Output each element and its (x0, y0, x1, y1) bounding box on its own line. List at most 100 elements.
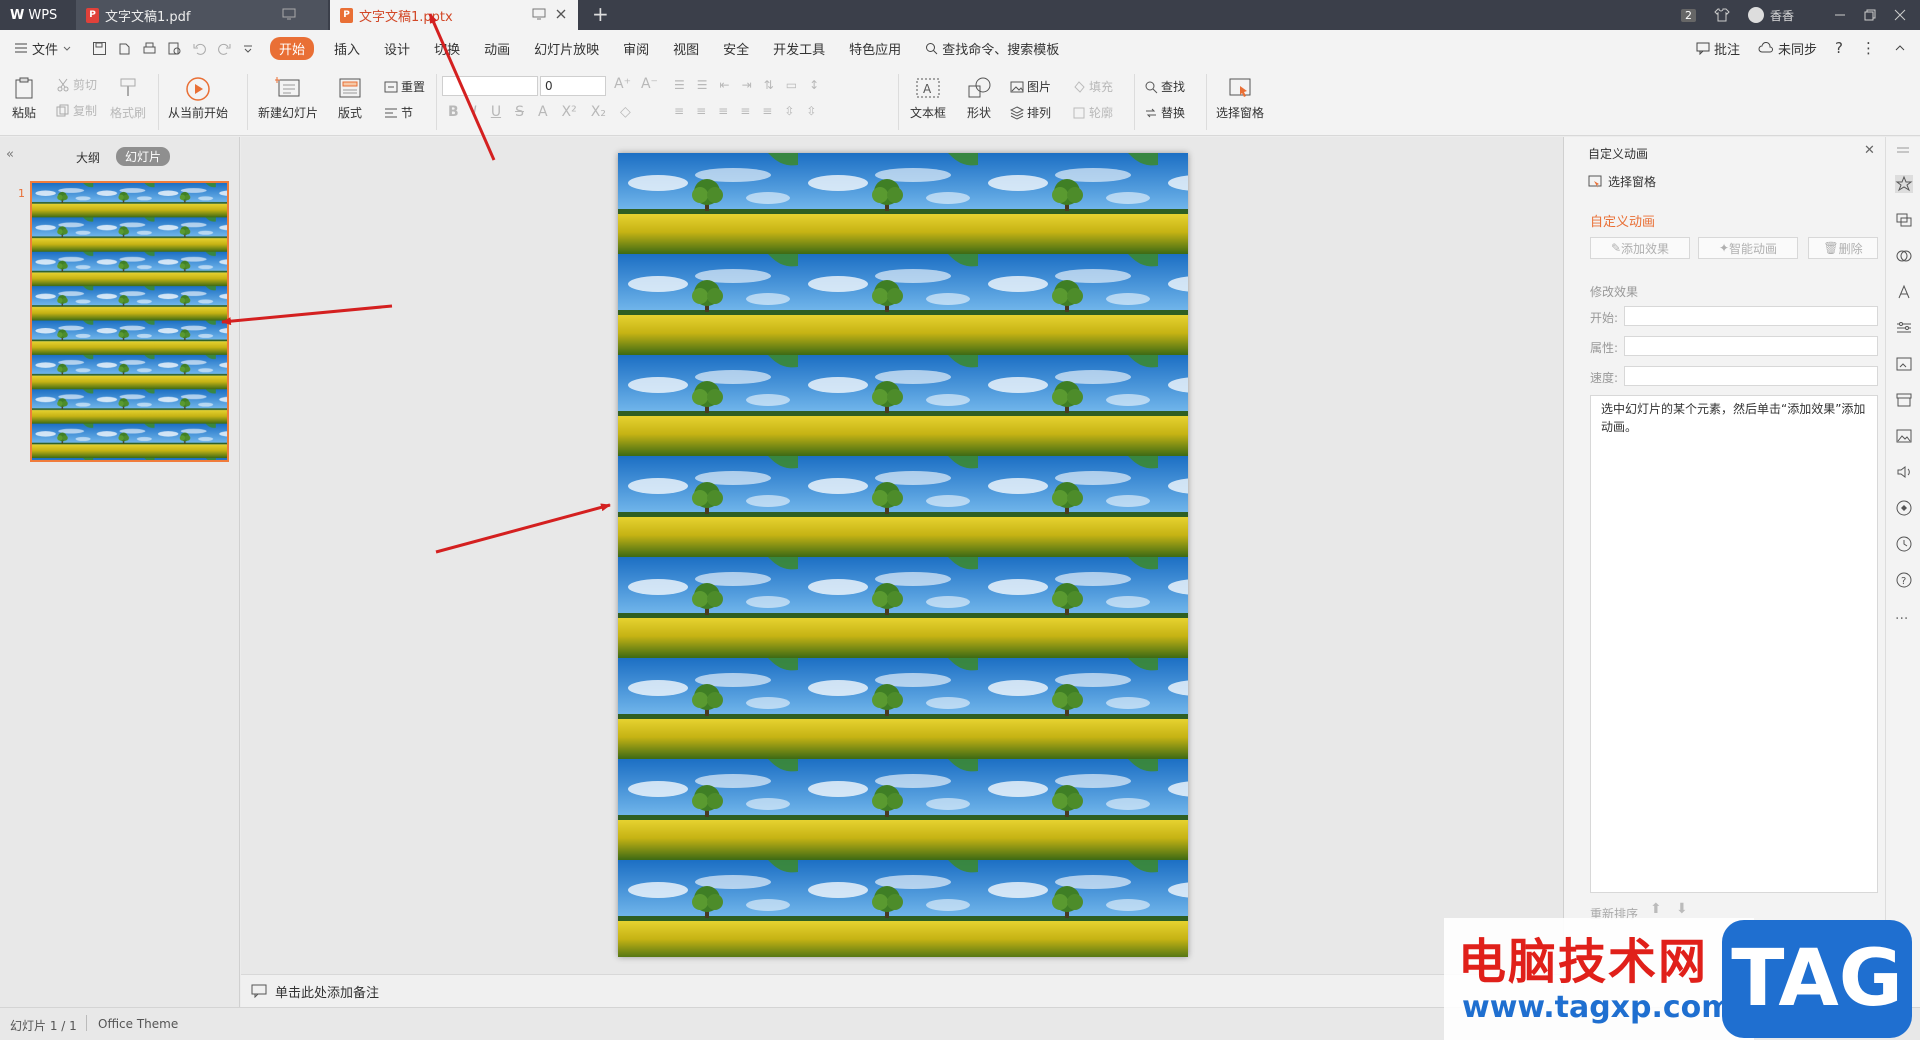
move-up-icon[interactable]: ⬆ (1650, 901, 1662, 917)
new-tab-button[interactable]: + (592, 4, 609, 24)
numbered-list-icon[interactable]: ☰ (697, 78, 708, 92)
outline-button[interactable]: 轮廓 (1072, 104, 1113, 121)
bullet-list-icon[interactable]: ☰ (674, 78, 685, 92)
customize-toolbar-icon[interactable] (242, 41, 254, 56)
increase-font-icon[interactable]: A⁺ (614, 76, 631, 92)
text-style-icon[interactable] (1895, 283, 1913, 301)
redo-icon[interactable] (217, 41, 232, 56)
monitor-icon[interactable] (532, 8, 546, 20)
paste-button[interactable]: 粘贴 (12, 76, 36, 121)
reset-button[interactable]: 重置 (384, 78, 425, 95)
star-icon[interactable] (1895, 175, 1913, 193)
font-name-combo[interactable] (442, 76, 538, 96)
audio-icon[interactable] (1895, 463, 1913, 481)
history-icon[interactable] (1895, 535, 1913, 553)
paragraph-spacing-icon[interactable]: ⇳ (806, 104, 816, 118)
align-left-icon[interactable]: ≡ (674, 104, 684, 118)
menu-item-developer[interactable]: 开发工具 (773, 39, 825, 58)
menu-item-review[interactable]: 审阅 (623, 39, 649, 58)
section-button[interactable]: 节 (384, 104, 413, 121)
slide-canvas[interactable] (618, 153, 1188, 957)
menu-item-transition[interactable]: 切换 (434, 39, 460, 58)
format-painter-button[interactable]: 格式刷 (110, 76, 146, 121)
minimize-icon[interactable] (1834, 9, 1846, 21)
close-panel-icon[interactable]: ✕ (1864, 143, 1875, 158)
menu-item-home[interactable]: 开始 (270, 36, 315, 60)
font-color-icon[interactable]: A (538, 104, 548, 120)
menu-item-security[interactable]: 安全 (723, 39, 749, 58)
tab-outline[interactable]: 大纲 (76, 149, 100, 166)
cut-button[interactable]: 剪切 (56, 76, 97, 93)
bold-icon[interactable]: B (448, 104, 459, 120)
export-icon[interactable] (117, 41, 132, 56)
close-tab-icon[interactable] (554, 7, 568, 21)
shape-button[interactable]: 形状 (966, 76, 992, 121)
collapse-ribbon-icon[interactable] (1894, 43, 1906, 53)
menu-item-insert[interactable]: 插入 (334, 39, 360, 58)
picture-button[interactable]: 图片 (1010, 78, 1051, 95)
arrange-button[interactable]: 排列 (1010, 104, 1051, 121)
clear-format-icon[interactable]: ◇ (620, 104, 631, 120)
superscript-icon[interactable]: X² (562, 104, 577, 120)
close-icon[interactable] (1894, 9, 1906, 21)
play-from-current-button[interactable]: 从当前开始 (168, 76, 228, 121)
menu-item-animation[interactable]: 动画 (484, 39, 510, 58)
archive-icon[interactable] (1895, 391, 1913, 409)
collapse-panel-icon[interactable]: « (6, 147, 14, 162)
slide-thumbnail[interactable] (30, 181, 229, 462)
print-icon[interactable] (142, 41, 157, 56)
strikethrough-icon[interactable]: S (515, 104, 524, 120)
sync-button[interactable]: 未同步 (1758, 39, 1817, 58)
smart-animation-button[interactable]: ✦ 智能动画 (1698, 237, 1798, 259)
help-icon[interactable]: ? (1895, 571, 1913, 589)
fill-button[interactable]: 填充 (1072, 78, 1113, 95)
settings-sliders-icon[interactable] (1895, 319, 1913, 337)
more-options-icon[interactable]: ··· (1895, 611, 1908, 627)
italic-icon[interactable]: I (473, 104, 477, 120)
comment-button[interactable]: 批注 (1696, 39, 1740, 58)
menu-item-view[interactable]: 视图 (673, 39, 699, 58)
tab-pptx-document[interactable]: P 文字文稿1.pptx (330, 0, 578, 30)
panel-title[interactable]: 自定义动画 (1588, 145, 1648, 162)
selection-pane-button[interactable]: 选择窗格 (1216, 76, 1264, 121)
move-down-icon[interactable]: ⬇ (1676, 901, 1688, 917)
start-select[interactable] (1624, 306, 1878, 326)
justify-icon[interactable]: ≡ (740, 104, 750, 118)
skin-icon[interactable] (1714, 8, 1730, 22)
replace-button[interactable]: 替换 (1144, 104, 1185, 121)
save-icon[interactable] (92, 41, 107, 56)
add-effect-button[interactable]: ✎ 添加效果 (1590, 237, 1690, 259)
align-center-icon[interactable]: ≡ (696, 104, 706, 118)
copy-button[interactable]: 复制 (56, 102, 97, 119)
subscript-icon[interactable]: X₂ (591, 104, 606, 120)
help-icon[interactable]: ? (1835, 39, 1843, 57)
layout-button[interactable]: 版式 (338, 76, 362, 121)
menu-item-slideshow[interactable]: 幻灯片放映 (534, 39, 599, 58)
decrease-font-icon[interactable]: A⁻ (641, 76, 658, 92)
restore-icon[interactable] (1864, 9, 1876, 21)
underline-icon[interactable]: U (491, 104, 501, 120)
image-icon[interactable] (1895, 427, 1913, 445)
notes-bar[interactable]: 单击此处添加备注 (241, 974, 1563, 1007)
tab-slides[interactable]: 幻灯片 (116, 147, 171, 166)
text-direction-icon[interactable]: ⇅ (764, 78, 774, 92)
tab-pdf-document[interactable]: P 文字文稿1.pdf (76, 0, 328, 30)
more-vertical-icon[interactable]: ⋮ (1861, 39, 1876, 57)
window-count-badge[interactable]: 2 (1680, 8, 1696, 22)
brand-icon[interactable] (1895, 499, 1913, 517)
tiled-landscape-image[interactable] (618, 153, 1188, 957)
align-text-icon[interactable]: ▭ (786, 78, 797, 92)
monitor-icon[interactable] (282, 8, 296, 20)
textbox-button[interactable]: A 文本框 (910, 76, 946, 121)
property-select[interactable] (1624, 336, 1878, 356)
column-spacing-icon[interactable]: ⇳ (784, 104, 794, 118)
user-account[interactable]: 香香 (1747, 7, 1794, 24)
menu-item-design[interactable]: 设计 (384, 39, 410, 58)
file-menu[interactable]: 文件 (14, 39, 72, 58)
gallery-icon[interactable] (1895, 355, 1913, 373)
selection-pane-link[interactable]: 选择窗格 (1588, 173, 1656, 190)
decrease-indent-icon[interactable]: ⇤ (720, 78, 730, 92)
transition-icon[interactable] (1895, 211, 1913, 229)
find-button[interactable]: 查找 (1144, 78, 1185, 95)
animation-list[interactable]: 选中幻灯片的某个元素，然后单击“添加效果”添加动画。 (1590, 395, 1878, 893)
